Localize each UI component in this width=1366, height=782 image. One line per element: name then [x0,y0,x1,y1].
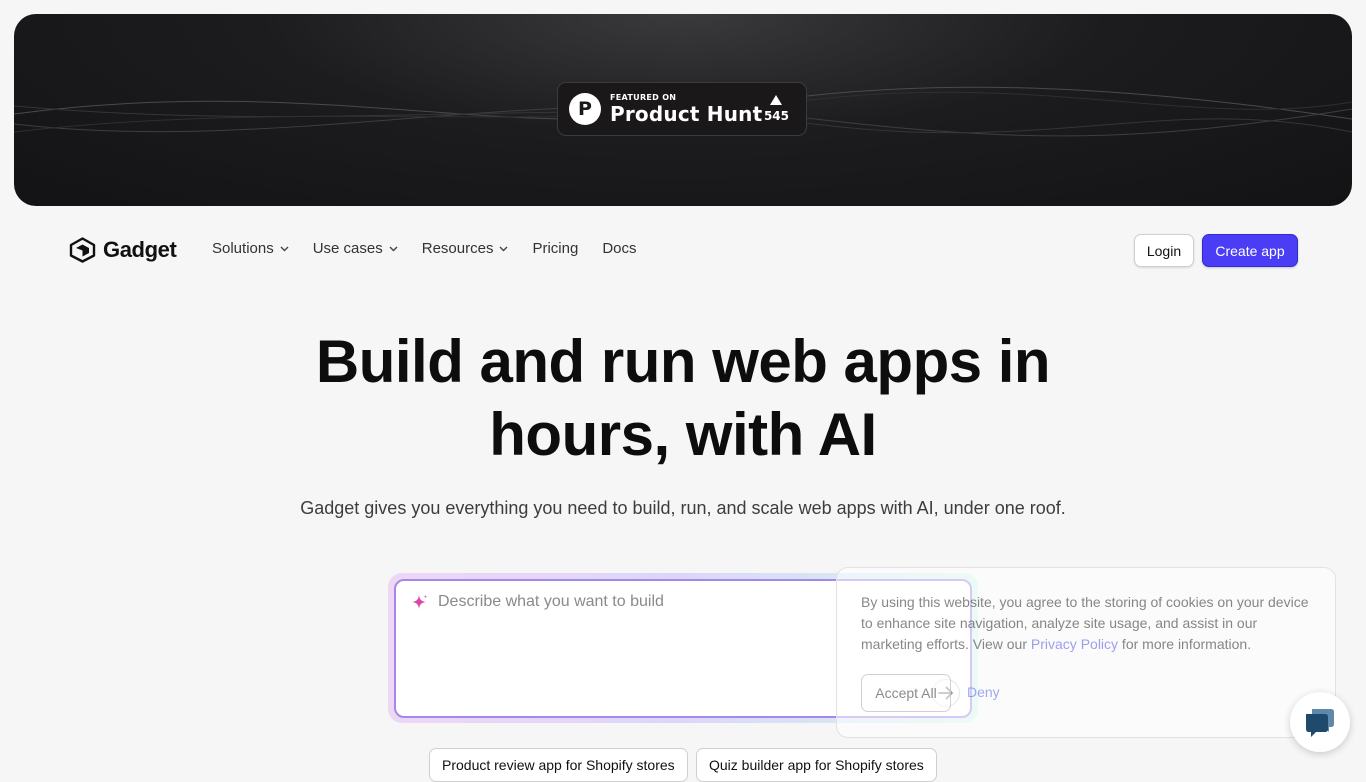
cookie-text-after: for more information. [1118,636,1252,652]
sparkle-icon [412,594,428,609]
chevron-down-icon [280,246,289,251]
product-hunt-logo-letter: P [578,98,592,120]
nav-resources[interactable]: Resources [422,240,509,257]
chat-launcher-button[interactable] [1290,692,1350,752]
nav-docs[interactable]: Docs [602,240,636,257]
deny-button[interactable]: Deny [967,684,1000,700]
hero-headline-line2: hours, with AI [489,401,877,468]
top-nav: Gadget Solutions Use cases Resources Pri… [0,226,1366,274]
hero-headline: Build and run web apps in hours, with AI [183,325,1183,471]
upvote-counter: 545 [764,95,789,123]
login-button[interactable]: Login [1134,234,1194,267]
chevron-down-icon [499,246,508,251]
brand-name: Gadget [103,237,177,262]
product-hunt-label: Product Hunt [610,102,763,126]
product-hunt-text: FEATURED ON Product Hunt [610,93,762,125]
brand-home-link[interactable]: Gadget [69,237,177,263]
nav-pricing[interactable]: Pricing [532,240,578,257]
cookie-banner: By using this website, you agree to the … [836,567,1336,738]
nav-links: Solutions Use cases Resources Pricing Do… [212,240,661,257]
nav-use-cases-label: Use cases [312,240,383,257]
suggestion-chip-quiz-builder[interactable]: Quiz builder app for Shopify stores [696,748,937,782]
suggestion-chip-product-review[interactable]: Product review app for Shopify stores [429,748,688,782]
gadget-logo-icon [69,237,96,263]
hero-banner: P FEATURED ON Product Hunt 545 [14,14,1352,206]
nav-use-cases[interactable]: Use cases [313,240,398,257]
cookie-message: By using this website, you agree to the … [861,592,1316,655]
nav-solutions-label: Solutions [212,240,274,257]
nav-resources-label: Resources [421,240,494,257]
nav-docs-label: Docs [602,240,637,257]
accept-all-button[interactable]: Accept All [861,674,951,712]
upvote-count: 545 [763,109,789,123]
chat-bubble-icon [1306,709,1334,737]
nav-pricing-label: Pricing [532,240,579,257]
create-app-button[interactable]: Create app [1202,234,1298,267]
hero-subheadline: Gadget gives you everything you need to … [300,498,1066,518]
product-hunt-badge[interactable]: P FEATURED ON Product Hunt 545 [557,82,807,136]
upvote-triangle-icon [770,95,783,105]
chevron-down-icon [389,246,398,251]
nav-solutions[interactable]: Solutions [212,240,289,257]
privacy-policy-link[interactable]: Privacy Policy [1031,636,1118,652]
hero-headline-line1: Build and run web apps in [315,328,1051,395]
product-hunt-icon: P [569,93,601,125]
